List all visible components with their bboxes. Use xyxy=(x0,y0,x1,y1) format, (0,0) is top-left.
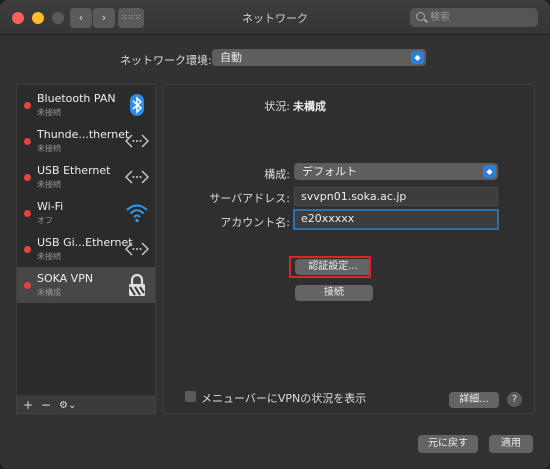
status-dot xyxy=(24,138,31,145)
service-name: USB Gi...Ethernet xyxy=(37,236,133,249)
status-dot xyxy=(24,210,31,217)
service-item-bluetooth-pan[interactable]: Bluetooth PAN 未接続 xyxy=(17,87,155,123)
service-status: 未構成 xyxy=(37,288,61,297)
service-name: USB Ethernet xyxy=(37,164,111,177)
network-preferences-window: ‹ › ⁙⁙⁙ ネットワーク 検索 ネットワーク環境: 自動 ◆ Bluetoo… xyxy=(0,0,550,469)
status-dot xyxy=(24,246,31,253)
bluetooth-icon xyxy=(130,94,144,116)
service-name: Thunde...thernet xyxy=(37,128,130,141)
service-name: Wi-Fi xyxy=(37,200,64,213)
service-status: オフ xyxy=(37,216,53,225)
lock-icon xyxy=(129,273,145,296)
service-status: 未接続 xyxy=(37,180,61,189)
search-field[interactable]: 検索 xyxy=(410,8,538,27)
advanced-button[interactable]: 詳細... xyxy=(449,392,499,408)
popup-arrows-icon: ◆ xyxy=(483,165,496,178)
add-service-button[interactable]: + xyxy=(23,398,33,413)
highlight-box xyxy=(289,256,371,278)
account-name-field[interactable]: e20xxxxx xyxy=(293,209,499,230)
service-item-usb-gigabit-ethernet[interactable]: USB Gi...Ethernet 未接続 xyxy=(17,231,155,267)
service-item-thunderbolt-ethernet[interactable]: Thunde...thernet 未接続 xyxy=(17,123,155,159)
show-vpn-status-label: メニューバーにVPNの状況を表示 xyxy=(201,392,367,405)
server-address-field[interactable]: svvpn01.soka.ac.jp xyxy=(294,187,498,206)
service-name: SOKA VPN xyxy=(37,272,94,285)
service-item-wifi[interactable]: Wi-Fi オフ xyxy=(17,195,155,231)
ethernet-icon xyxy=(125,134,149,148)
help-button[interactable]: ? xyxy=(507,392,522,407)
configuration-label: 構成: xyxy=(264,168,290,181)
search-icon xyxy=(416,12,425,21)
status-dot xyxy=(24,102,31,109)
search-placeholder: 検索 xyxy=(430,12,450,23)
ethernet-icon xyxy=(125,170,149,184)
service-name: Bluetooth PAN xyxy=(37,92,116,105)
connect-button[interactable]: 接続 xyxy=(295,285,373,301)
service-item-usb-ethernet[interactable]: USB Ethernet 未接続 xyxy=(17,159,155,195)
status-value: 未構成 xyxy=(293,100,326,113)
service-list-toolbar: + − ⚙︎⌄ xyxy=(16,397,156,414)
service-item-soka-vpn[interactable]: SOKA VPN 未構成 xyxy=(17,267,155,303)
configuration-value: デフォルト xyxy=(302,165,357,178)
location-value: 自動 xyxy=(220,51,242,64)
revert-button[interactable]: 元に戻す xyxy=(418,435,478,453)
service-status: 未接続 xyxy=(37,108,61,117)
action-gear-button[interactable]: ⚙︎⌄ xyxy=(59,398,76,413)
status-dot xyxy=(24,282,31,289)
location-label: ネットワーク環境: xyxy=(120,54,212,67)
location-popup[interactable]: 自動 ◆ xyxy=(212,49,426,66)
service-list: Bluetooth PAN 未接続 Thunde...thernet 未接続 U… xyxy=(16,84,156,396)
service-status: 未接続 xyxy=(37,252,61,261)
status-label: 状況: xyxy=(264,100,290,113)
service-status: 未接続 xyxy=(37,144,61,153)
status-dot xyxy=(24,174,31,181)
account-name-label: アカウント名: xyxy=(220,216,290,229)
remove-service-button[interactable]: − xyxy=(41,398,51,413)
show-vpn-status-checkbox[interactable] xyxy=(185,391,196,402)
vpn-detail-panel xyxy=(163,84,535,414)
popup-arrows-icon: ◆ xyxy=(411,51,424,64)
apply-button[interactable]: 適用 xyxy=(489,435,533,453)
ethernet-icon xyxy=(125,242,149,256)
configuration-popup[interactable]: デフォルト ◆ xyxy=(294,163,498,180)
server-address-label: サーバアドレス: xyxy=(209,192,290,205)
title-bar: ‹ › ⁙⁙⁙ ネットワーク 検索 xyxy=(0,0,550,35)
wifi-icon xyxy=(126,204,148,223)
